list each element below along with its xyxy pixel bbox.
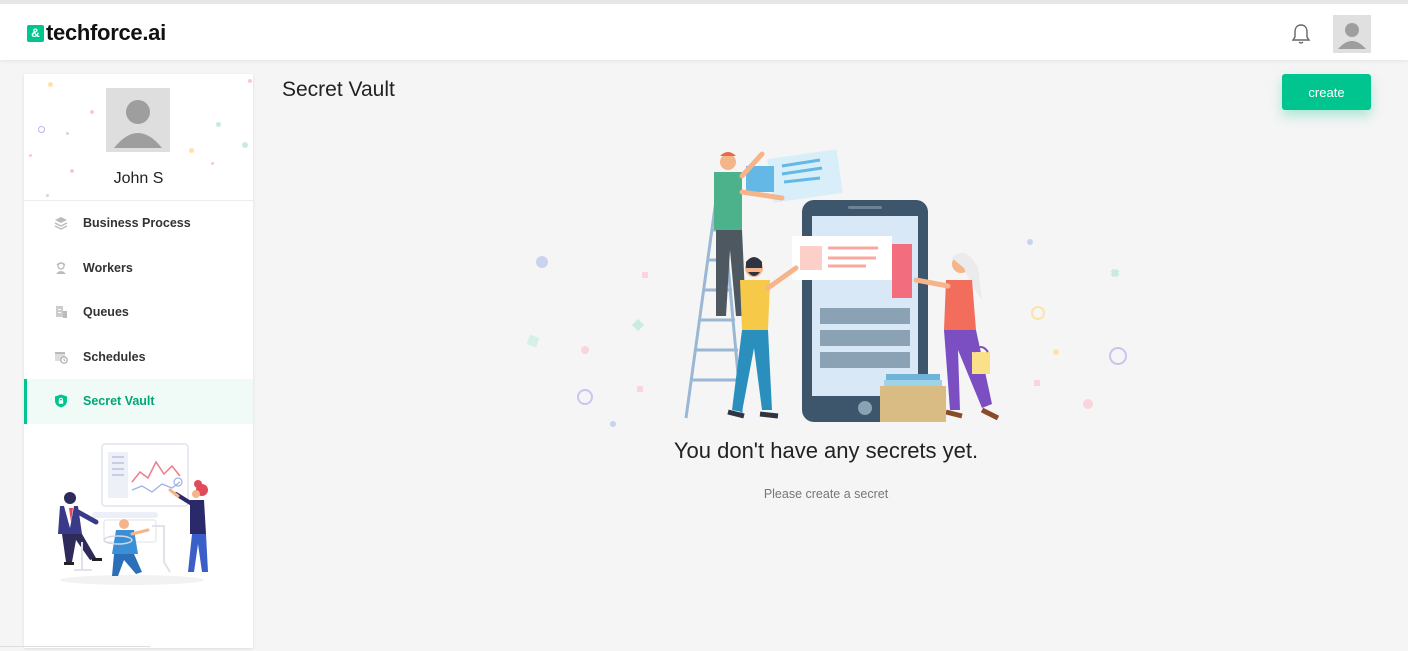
empty-state-illustration — [520, 140, 1140, 430]
shield-lock-icon — [54, 394, 68, 408]
bell-icon[interactable] — [1290, 22, 1312, 46]
profile-name: John S — [113, 170, 164, 187]
queue-icon — [54, 305, 68, 319]
sidebar-item-schedules[interactable]: Schedules — [24, 335, 253, 380]
sidebar-item-label: Schedules — [83, 349, 146, 364]
user-avatar-icon[interactable] — [1333, 15, 1371, 53]
sidebar-item-label: Queues — [83, 305, 129, 320]
profile-avatar[interactable] — [106, 88, 170, 152]
divider — [0, 646, 150, 647]
sidebar-item-secret-vault[interactable]: Secret Vault — [24, 379, 253, 424]
page-title: Secret Vault — [282, 78, 395, 101]
sidebar: John S Business Process Workers Queues S… — [24, 74, 253, 648]
sidebar-item-label: Secret Vault — [83, 394, 155, 409]
sidebar-item-label: Business Process — [83, 216, 191, 231]
sidebar-item-business-process[interactable]: Business Process — [24, 201, 253, 246]
logo-text: techforce.ai — [46, 20, 166, 45]
logo-badge: & — [27, 24, 44, 42]
create-button[interactable]: create — [1282, 74, 1371, 110]
empty-state-title: You don't have any secrets yet. — [673, 438, 979, 463]
team-dashboard-illustration — [52, 442, 212, 587]
top-navbar: & techforce.ai — [0, 0, 1408, 60]
sidebar-item-label: Workers — [83, 260, 133, 275]
sidebar-item-queues[interactable]: Queues — [24, 290, 253, 335]
brand-logo[interactable]: & techforce.ai — [27, 20, 166, 46]
worker-icon — [54, 261, 68, 275]
layers-icon — [54, 216, 68, 230]
profile-card: John S — [24, 74, 253, 201]
schedule-icon — [54, 350, 68, 364]
empty-state-subtitle: Please create a secret — [763, 487, 889, 501]
sidebar-item-workers[interactable]: Workers — [24, 246, 253, 291]
